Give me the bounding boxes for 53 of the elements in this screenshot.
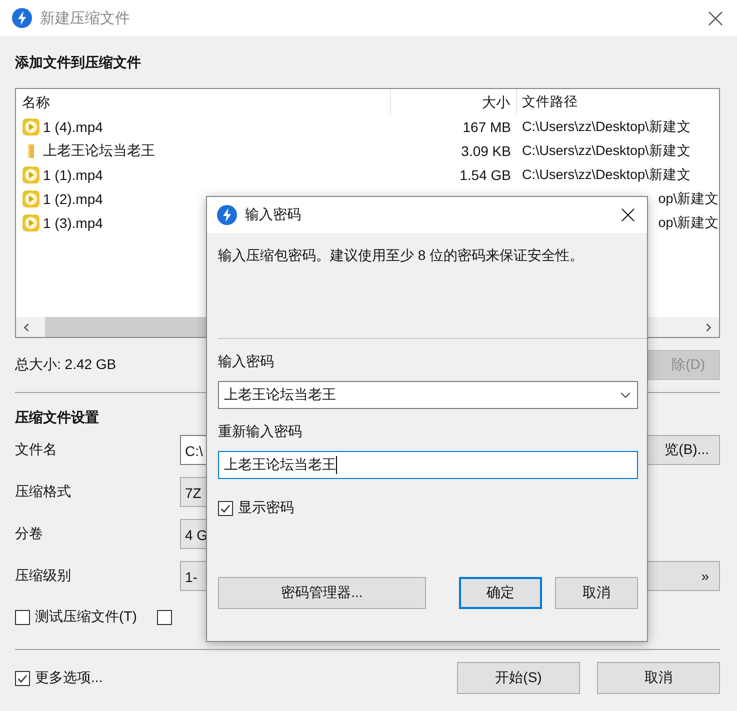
video-file-icon xyxy=(22,118,40,136)
field-label: 压缩格式 xyxy=(15,483,72,501)
close-icon[interactable] xyxy=(708,10,723,26)
password-dropdown[interactable]: 上老王论坛当老王 xyxy=(218,381,638,409)
checkbox[interactable] xyxy=(156,610,172,624)
field-label: 文件名 xyxy=(15,441,58,459)
app-logo-icon xyxy=(12,8,32,28)
section-title: 压缩文件设置 xyxy=(15,409,100,427)
file-name: 1 (3).mp4 xyxy=(43,215,103,231)
total-size: 总大小: 2.42 GB xyxy=(15,356,116,374)
file-path: C:\Users\zz\Desktop\新建文 xyxy=(522,167,691,182)
file-size: 3.09 KB xyxy=(461,143,511,159)
file-path: op\新建文 xyxy=(658,215,719,230)
checkbox[interactable] xyxy=(15,610,30,624)
file-path: C:\Users\zz\Desktop\新建文 xyxy=(522,143,691,158)
checkbox-label: 显示密码 xyxy=(238,499,294,517)
scroll-left-icon[interactable] xyxy=(22,322,31,332)
password-input[interactable]: 上老王论坛当老王 xyxy=(218,451,638,479)
dialog-button[interactable]: 密码管理器... xyxy=(218,577,426,609)
file-name: 上老王论坛当老王 xyxy=(43,142,155,160)
checkbox[interactable] xyxy=(15,670,30,686)
start-button[interactable]: 开始(S) xyxy=(457,662,580,694)
column-header[interactable]: 名称 xyxy=(16,89,391,115)
dialog-button[interactable]: 确定 xyxy=(459,577,542,609)
file-name: 1 (4).mp4 xyxy=(43,119,103,135)
checkbox-label: 更多选项... xyxy=(35,669,103,687)
field-label: 输入密码 xyxy=(218,353,275,371)
column-header[interactable]: 大小 xyxy=(391,89,517,115)
file-size: 167 MB xyxy=(462,119,511,135)
checkbox-label: 测试压缩文件(T) xyxy=(35,608,137,626)
file-name: 1 (1).mp4 xyxy=(43,167,103,183)
file-path: C:\Users\zz\Desktop\新建文 xyxy=(522,119,691,134)
section-title: 添加文件到压缩文件 xyxy=(15,54,142,72)
file-name: 1 (2).mp4 xyxy=(43,191,103,207)
dialog-button[interactable]: 取消 xyxy=(555,577,638,609)
field-label: 压缩级别 xyxy=(15,567,72,585)
file-path: op\新建文 xyxy=(658,191,719,206)
video-file-icon xyxy=(22,214,40,232)
file-size: 1.54 GB xyxy=(460,167,511,183)
field-label: 分卷 xyxy=(15,525,44,543)
video-file-icon xyxy=(22,190,40,208)
field-label: 重新输入密码 xyxy=(218,423,303,441)
close-icon[interactable] xyxy=(621,208,635,222)
scroll-right-icon[interactable] xyxy=(704,322,713,332)
video-file-icon xyxy=(22,166,40,184)
checkbox[interactable] xyxy=(218,500,233,516)
window-title: 新建压缩文件 xyxy=(40,8,131,28)
dialog-message: 输入压缩包密码。建议使用至少 8 位的密码来保证安全性。 xyxy=(218,247,585,265)
chevron-down-icon[interactable] xyxy=(620,392,631,398)
column-header[interactable]: 文件路径 xyxy=(517,89,719,115)
app-logo-icon xyxy=(217,205,237,225)
dialog-title: 输入密码 xyxy=(245,206,302,224)
cancel-button[interactable]: 取消 xyxy=(597,662,720,694)
